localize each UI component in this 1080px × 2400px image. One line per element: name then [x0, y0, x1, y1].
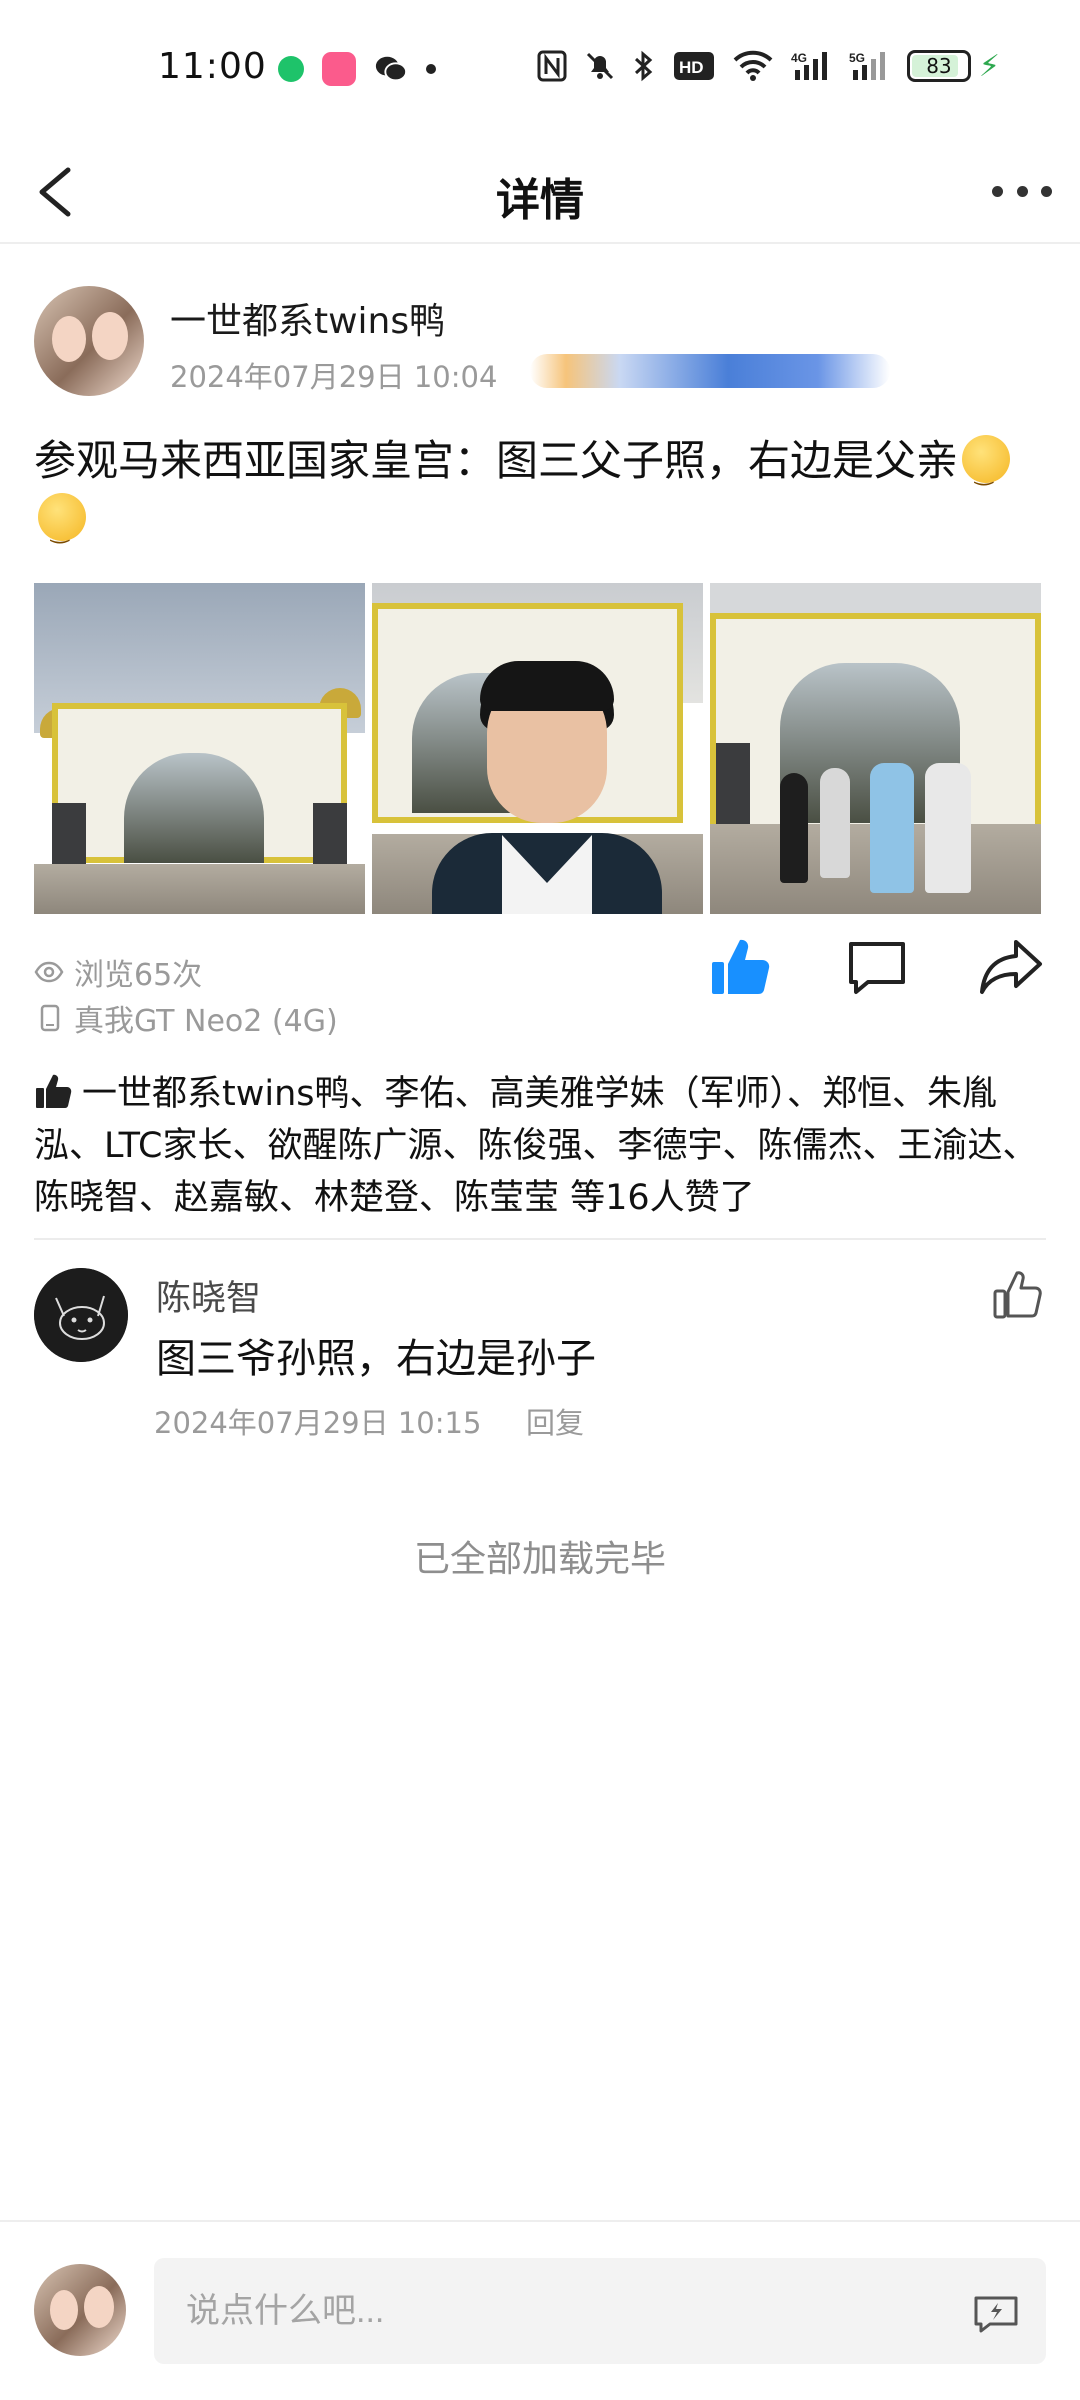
- my-avatar[interactable]: [34, 2264, 126, 2356]
- photo-palace-gate[interactable]: [34, 583, 365, 914]
- thumbs-up-filled-icon: [712, 939, 770, 994]
- device-info: 真我GT Neo2 (4G): [34, 996, 338, 1040]
- signal-4g-icon: 4G: [791, 48, 831, 84]
- comment-button[interactable]: [846, 938, 908, 998]
- commenter-avatar[interactable]: [34, 1268, 128, 1362]
- wechat-icon: [374, 52, 408, 86]
- notification-icons: [278, 52, 436, 86]
- more-dots-icon: [992, 185, 1003, 197]
- comment-input-bar: [0, 2220, 1080, 2400]
- thumbs-up-icon: [36, 1074, 72, 1108]
- nav-bar: 详情: [0, 140, 1080, 244]
- wifi-icon: [733, 48, 773, 84]
- thumbs-up-outline-icon: [993, 1271, 1042, 1319]
- likes-text[interactable]: 一世都系twins鸭、李佑、高美雅学妹（军师）、郑恒、朱胤泓、LTC家长、欲醒陈…: [34, 1074, 1037, 1218]
- page-title: 详情: [496, 175, 584, 226]
- share-arrow-icon: [980, 940, 1042, 994]
- smile-emoji-icon: [962, 435, 1011, 503]
- more-notifications-dot-icon: [426, 64, 436, 74]
- nfc-icon: [537, 48, 567, 84]
- eye-icon: [34, 961, 64, 983]
- photo-father-son[interactable]: [710, 583, 1041, 914]
- battery-level: 83: [926, 54, 952, 78]
- reply-button[interactable]: 回复: [526, 1400, 584, 1442]
- status-bar: 11:00 HD 4G 5G 83 ⚡: [0, 0, 1080, 140]
- all-loaded-text: 已全部加载完毕: [413, 1539, 666, 1580]
- svg-text:4G: 4G: [791, 51, 807, 65]
- quick-reply-button[interactable]: [972, 2294, 1020, 2334]
- like-button[interactable]: [708, 934, 774, 1000]
- comment-like-button[interactable]: [992, 1268, 1046, 1322]
- signal-5g-icon: 5G: [849, 48, 889, 84]
- photo-selfie[interactable]: [372, 583, 703, 914]
- svg-text:HD: HD: [679, 58, 704, 77]
- post-author-avatar[interactable]: [34, 286, 144, 396]
- post-text: 参观马来西亚国家皇宫：图三父子照，右边是父亲: [34, 436, 959, 485]
- system-icons: HD 4G 5G 83 ⚡: [537, 48, 1000, 84]
- charging-bolt-icon: ⚡: [978, 48, 1000, 84]
- battery-indicator: 83: [906, 50, 971, 82]
- post-content: 参观马来西亚国家皇宫：图三父子照，右边是父亲: [34, 432, 1044, 561]
- device-text: 真我GT Neo2 (4G): [74, 1004, 338, 1039]
- divider: [34, 1238, 1046, 1240]
- view-count-text: 浏览65次: [74, 958, 203, 993]
- comment-bubble-icon: [849, 942, 905, 994]
- view-count: 浏览65次: [34, 950, 202, 994]
- comment-text: 图三爷孙照，右边是孙子: [156, 1336, 596, 1382]
- photo-grid: [34, 583, 1041, 914]
- decorative-banner: [530, 354, 890, 388]
- comment-input[interactable]: [154, 2258, 1046, 2364]
- cat-avatar-icon: [34, 1268, 128, 1362]
- svg-text:5G: 5G: [849, 51, 865, 65]
- bilibili-icon: [322, 52, 356, 86]
- comment-author-name[interactable]: 陈晓智: [156, 1270, 261, 1321]
- phone-icon: [40, 1004, 60, 1032]
- chat-lightning-icon: [974, 2296, 1018, 2333]
- hd-icon: HD: [673, 48, 715, 84]
- music-app-icon: [278, 56, 304, 82]
- bluetooth-icon: [633, 48, 655, 84]
- more-options-button[interactable]: [992, 166, 1052, 216]
- comment-timestamp: 2024年07月29日 10:15: [154, 1406, 482, 1440]
- mute-bell-icon: [585, 48, 615, 84]
- status-time: 11:00: [158, 46, 267, 87]
- share-button[interactable]: [978, 936, 1044, 998]
- smile-emoji-icon: [38, 493, 86, 561]
- likes-list: 一世都系twins鸭、李佑、高美雅学妹（军师）、郑恒、朱胤泓、LTC家长、欲醒陈…: [34, 1068, 1046, 1224]
- post-author-name[interactable]: 一世都系twins鸭: [170, 292, 445, 344]
- post-timestamp: 2024年07月29日 10:04: [170, 360, 498, 394]
